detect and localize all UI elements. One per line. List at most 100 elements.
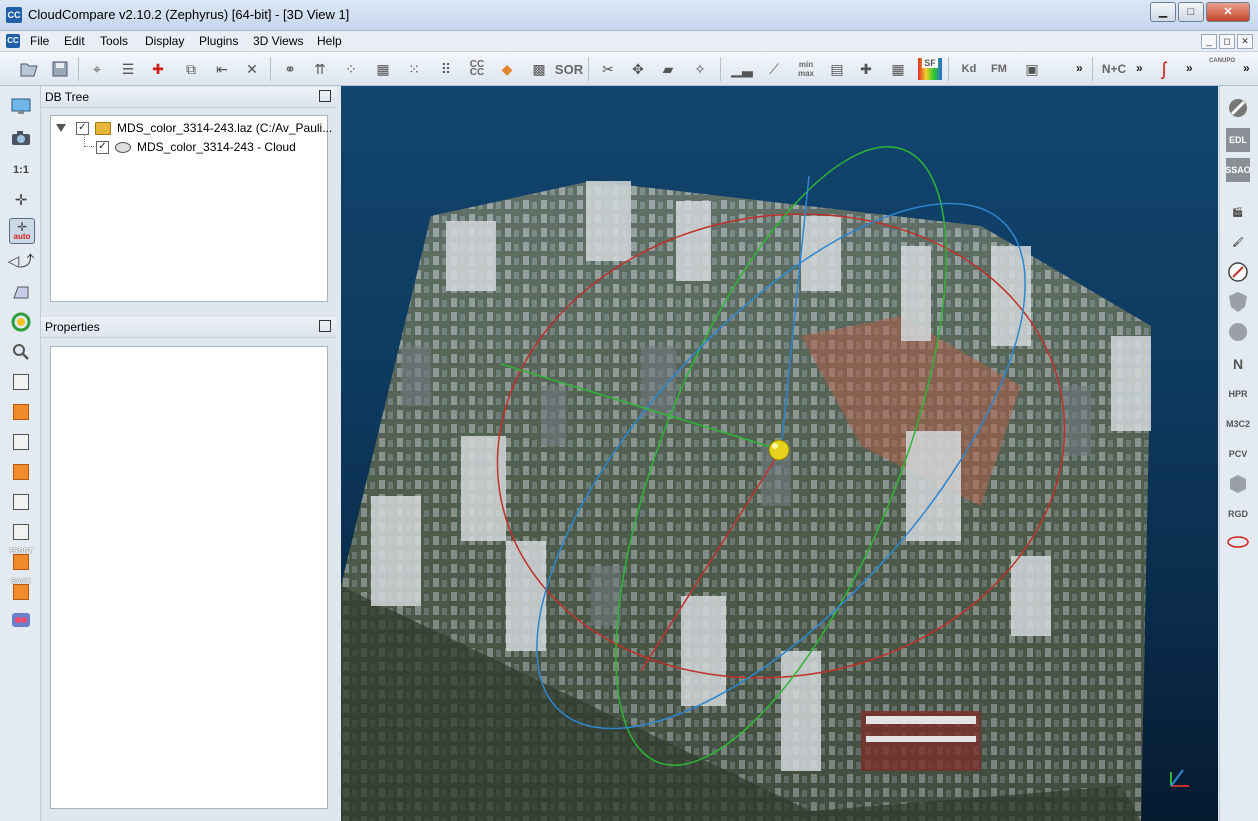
sf-color-scale-button[interactable]: SF: [917, 58, 943, 80]
close-button[interactable]: ✕: [1206, 2, 1250, 22]
calculator-icon[interactable]: ▦: [887, 58, 909, 80]
tree-item-cloud[interactable]: ✓ MDS_color_3314-243 - Cloud: [96, 138, 296, 156]
sor-filter-button[interactable]: SOR: [555, 58, 583, 80]
noise-filter-icon[interactable]: ▩: [528, 58, 550, 80]
brush-icon[interactable]: 🖌: [1226, 230, 1250, 254]
ssao-button[interactable]: SSAO: [1225, 158, 1251, 182]
subsample-icon[interactable]: ⁘: [340, 58, 362, 80]
move-icon[interactable]: ✥: [627, 58, 649, 80]
view-top-filled-icon[interactable]: [9, 400, 33, 424]
curve-icon[interactable]: ⟋: [763, 58, 785, 80]
m3c2-button[interactable]: M3C2: [1226, 412, 1250, 436]
histogram-icon[interactable]: ▁▃: [731, 58, 753, 80]
nc-button[interactable]: N+C: [1101, 58, 1127, 80]
cut-icon[interactable]: ✂: [597, 58, 619, 80]
stereo-icon[interactable]: [9, 608, 33, 632]
normals-icon[interactable]: ⇈: [309, 58, 331, 80]
cross-section-icon[interactable]: ✧: [689, 58, 711, 80]
point-cloud-render[interactable]: [341, 86, 1218, 821]
view-left-icon[interactable]: [9, 460, 33, 484]
fullscreen-icon[interactable]: [9, 94, 33, 118]
rotation-icon[interactable]: ◁⤴: [8, 248, 35, 272]
light-icon[interactable]: [9, 310, 33, 334]
facets-icon[interactable]: ▣: [1021, 58, 1043, 80]
camera-icon[interactable]: [9, 126, 33, 150]
zoom-1-1-button[interactable]: 1:1: [9, 158, 33, 182]
toolbar-more-button-3[interactable]: »: [1186, 61, 1193, 75]
menu-edit[interactable]: Edit: [61, 33, 88, 49]
pivot-icon[interactable]: ✛: [9, 188, 33, 212]
delete-icon[interactable]: ✕: [241, 58, 263, 80]
translate-rotate-icon[interactable]: ✚: [147, 58, 169, 80]
ellipse-icon[interactable]: [1226, 530, 1250, 554]
open-file-icon[interactable]: [18, 58, 40, 80]
hpr-button[interactable]: HPR: [1226, 382, 1250, 406]
toolbar-more-button-1[interactable]: »: [1076, 61, 1083, 75]
view-front-button[interactable]: FRONT: [9, 548, 33, 574]
cloud-icon: [115, 141, 131, 153]
hexagon-icon[interactable]: [1226, 472, 1250, 496]
view-top-icon[interactable]: [9, 370, 33, 394]
3d-view[interactable]: [341, 86, 1218, 821]
menu-help[interactable]: Help: [314, 33, 345, 49]
connected-components-button[interactable]: CC CC: [465, 58, 489, 80]
mdi-close-button[interactable]: ✕: [1237, 34, 1253, 49]
rgd-button[interactable]: RGD: [1226, 502, 1250, 526]
octree-icon[interactable]: ⁙: [403, 58, 425, 80]
sf-shield-icon[interactable]: [1226, 320, 1250, 344]
s-curve-icon[interactable]: ʃ: [1153, 58, 1175, 80]
minimize-button[interactable]: ▁: [1150, 2, 1176, 22]
mdi-restore-button[interactable]: ◻: [1219, 34, 1235, 49]
compass-icon[interactable]: [1226, 260, 1250, 284]
db-tree-panel: ✓ MDS_color_3314-243.laz (C:/Av_Pauli...…: [50, 115, 332, 302]
menu-3d-views[interactable]: 3D Views: [250, 33, 306, 49]
shield-icon[interactable]: [1226, 290, 1250, 314]
list-icon[interactable]: ☰: [117, 58, 139, 80]
root-checkbox[interactable]: ✓: [76, 121, 89, 135]
view-right-icon[interactable]: [9, 490, 33, 514]
db-tree-float-icon[interactable]: [319, 90, 331, 102]
menu-tools[interactable]: Tools: [97, 33, 131, 49]
mesh-icon[interactable]: ▦: [372, 58, 394, 80]
auto-pivot-button[interactable]: ✛ auto: [9, 218, 35, 244]
expand-icon[interactable]: [56, 124, 66, 132]
min-max-button[interactable]: min max: [793, 58, 819, 80]
no-shader-icon[interactable]: [1226, 96, 1250, 120]
menu-bar: CC File Edit Tools Display Plugins 3D Vi…: [0, 31, 1258, 52]
edl-button[interactable]: EDL: [1226, 128, 1250, 152]
label-connected-icon[interactable]: ◆: [496, 58, 518, 80]
north-label: N: [1232, 356, 1244, 372]
cloud-checkbox[interactable]: ✓: [96, 140, 109, 154]
pivot-sphere[interactable]: [768, 439, 790, 461]
toolbar-more-button-2[interactable]: »: [1136, 61, 1143, 75]
north-button[interactable]: N: [1226, 352, 1250, 376]
plane-icon[interactable]: ▰: [657, 58, 679, 80]
properties-float-icon[interactable]: [319, 320, 331, 332]
mdi-minimize-button[interactable]: _: [1201, 34, 1217, 49]
view-bottom-icon[interactable]: [9, 430, 33, 454]
clapper-icon[interactable]: 🎬: [1226, 200, 1250, 224]
view-back-button[interactable]: BACK: [9, 578, 33, 604]
zoom-icon[interactable]: [9, 340, 33, 364]
kd-button[interactable]: Kd: [958, 58, 980, 80]
segment-icon[interactable]: ⧉: [180, 58, 202, 80]
menu-display[interactable]: Display: [142, 33, 187, 49]
maximize-button[interactable]: □: [1178, 2, 1204, 22]
sample-points-icon[interactable]: ⚭: [279, 58, 301, 80]
canupo-button[interactable]: CANUPO: [1208, 58, 1236, 80]
global-shift-icon[interactable]: ⌖: [86, 58, 108, 80]
app-menu-icon[interactable]: CC: [6, 34, 20, 48]
merge-icon[interactable]: ⇤: [211, 58, 233, 80]
sample-mesh-icon[interactable]: ⠿: [435, 58, 457, 80]
menu-plugins[interactable]: Plugins: [196, 33, 241, 49]
toolbar-more-button-4[interactable]: »: [1243, 61, 1250, 75]
view-iso-icon[interactable]: [9, 520, 33, 544]
perspective-icon[interactable]: [9, 280, 33, 304]
menu-file[interactable]: File: [27, 33, 52, 49]
trash-scalar-icon[interactable]: ▤: [826, 58, 848, 80]
pcv-button[interactable]: PCV: [1226, 442, 1250, 466]
tree-item-root[interactable]: ✓ MDS_color_3314-243.laz (C:/Av_Pauli...: [56, 119, 332, 137]
add-sf-icon[interactable]: ✚: [855, 58, 877, 80]
fm-button[interactable]: FM: [988, 58, 1010, 80]
save-icon[interactable]: [49, 58, 71, 80]
